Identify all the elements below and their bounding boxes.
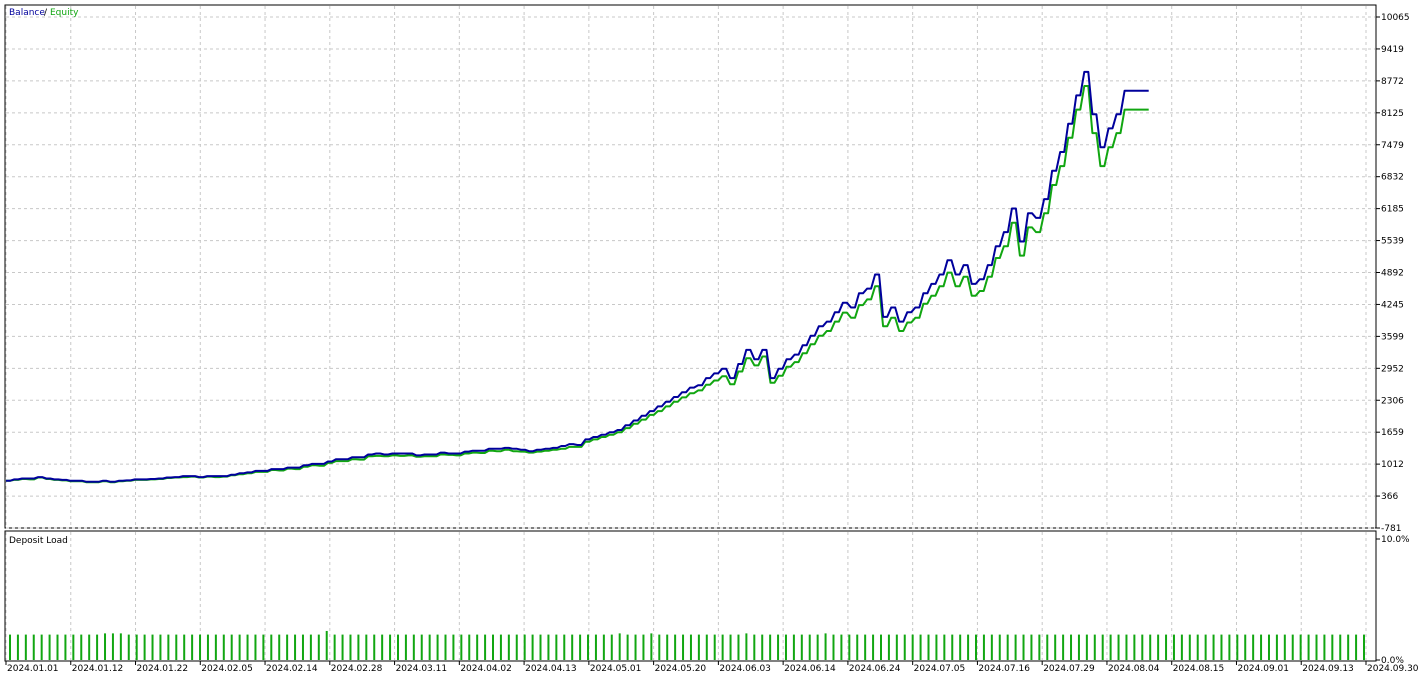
x-tick-label: 2024.02.14: [266, 664, 318, 674]
y-tick-label: 2306: [1381, 396, 1404, 406]
x-tick-label: 2024.01.01: [7, 664, 59, 674]
deposit-load-title: Deposit Load: [9, 536, 68, 546]
y-tick-label: 6185: [1381, 205, 1404, 215]
x-tick-label: 2024.07.05: [914, 664, 966, 674]
y-tick-label: 9419: [1381, 45, 1404, 55]
x-tick-label: 2024.06.14: [784, 664, 836, 674]
y-tick-label: 1659: [1381, 428, 1404, 438]
x-tick-label: 2024.05.01: [590, 664, 642, 674]
x-tick-label: 2024.09.13: [1302, 664, 1354, 674]
x-tick-label: 2024.09.01: [1237, 664, 1289, 674]
x-tick-label: 2024.08.04: [1108, 664, 1160, 674]
y-tick-label: 2952: [1381, 364, 1404, 374]
x-tick-label: 2024.03.11: [396, 664, 448, 674]
x-tick-label: 2024.04.02: [460, 664, 512, 674]
x-tick-label: 2024.09.30: [1367, 664, 1419, 674]
load-y-tick-label: 10.0%: [1381, 535, 1410, 545]
deposit-load-y-axis: 10.0%0.0%: [1376, 535, 1410, 666]
y-tick-label: 4892: [1381, 269, 1404, 279]
legend-balance: Balance: [9, 8, 45, 18]
y-tick-label: 4245: [1381, 300, 1404, 310]
x-tick-label: 2024.02.28: [331, 664, 383, 674]
y-tick-label: 8772: [1381, 77, 1404, 87]
y-tick-label: 6832: [1381, 173, 1404, 183]
x-tick-label: 2024.04.13: [525, 664, 577, 674]
strategy-tester-graph: 10065 9419 8772 8125 7479 6832 6185 5539 4892 424…: [4, 4, 1419, 674]
y-tick-label: 366: [1381, 492, 1398, 502]
x-tick-label: 2024.06.03: [719, 664, 771, 674]
y-tick-label: -781: [1381, 524, 1401, 534]
balance-equity-panel: 10065 9419 8772 8125 7479 6832 6185 5539 4892 424…: [4, 4, 1410, 534]
y-tick-label: 8125: [1381, 109, 1404, 119]
x-tick-label: 2024.08.15: [1173, 664, 1225, 674]
main-y-axis: 10065 9419 8772 8125 7479 6832 6185 5539 4892 424…: [1376, 13, 1410, 534]
x-tick-label: 2024.02.05: [201, 664, 253, 674]
x-axis: 2024.01.01 2024.01.12 2024.01.22 2024.02.05…: [5, 661, 1419, 674]
deposit-load-panel: 10.0%0.0% Deposit Load: [4, 530, 1410, 666]
y-tick-label: 5539: [1381, 237, 1404, 247]
x-tick-label: 2024.07.29: [1043, 664, 1095, 674]
main-plot-frame: [4, 4, 1377, 529]
x-tick-label: 2024.05.20: [655, 664, 707, 674]
legend: Balance / Equity: [9, 8, 79, 18]
x-tick-label: 2024.01.12: [72, 664, 124, 674]
x-tick-label: 2024.06.24: [849, 664, 901, 674]
legend-equity: Equity: [50, 8, 79, 18]
y-tick-label: 7479: [1381, 141, 1404, 151]
x-tick-label: 2024.07.16: [978, 664, 1030, 674]
y-tick-label: 3599: [1381, 332, 1404, 342]
y-tick-label: 10065: [1381, 13, 1410, 23]
x-tick-label: 2024.01.22: [137, 664, 189, 674]
y-tick-label: 1012: [1381, 460, 1404, 470]
